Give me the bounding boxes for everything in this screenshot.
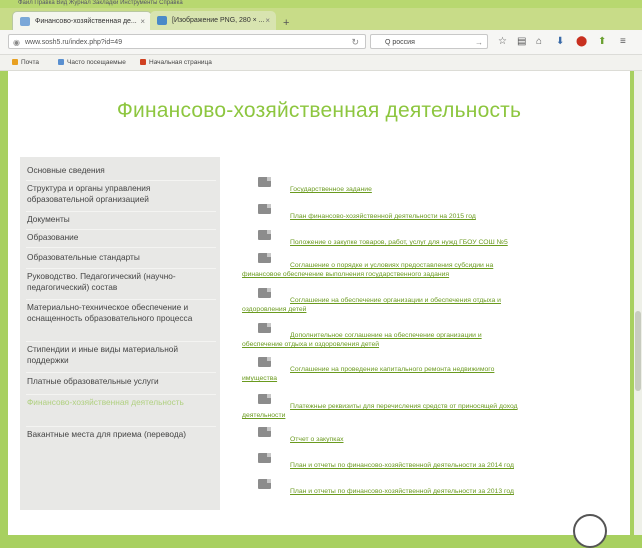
bookmarks-icon[interactable]: ▤ — [517, 35, 526, 49]
tab-label: [Изображение PNG, 280 × ... — [172, 17, 265, 24]
divider — [26, 341, 216, 342]
tab-label: Финансово-хозяйственная де... — [35, 18, 137, 25]
divider — [26, 247, 216, 248]
navigation-bar: ◉ www.sosh5.ru/index.php?id=49 ↻ Q росси… — [0, 30, 642, 55]
shield-icon[interactable]: ⬆ — [598, 35, 606, 49]
document-icon — [258, 479, 271, 489]
star-icon[interactable]: ☆ — [498, 35, 507, 49]
page-title: Финансово-хозяйственная деятельность — [116, 99, 522, 122]
document-link[interactable]: Государственное задание — [242, 177, 614, 194]
document-icon — [258, 427, 271, 437]
document-icon — [258, 204, 271, 214]
sidebar-item-education[interactable]: Образование — [27, 232, 215, 243]
tab-bar: Финансово-хозяйственная де... × [Изображ… — [0, 8, 642, 30]
close-icon[interactable]: × — [265, 11, 270, 30]
menu-bar: Файл Правка Вид Журнал Закладки Инструме… — [0, 0, 642, 8]
document-link[interactable]: Положение о закупке товаров, работ, услу… — [242, 230, 614, 247]
sidebar-nav: Основные сведения Структура и органы упр… — [20, 157, 220, 510]
search-query: Q россия — [385, 39, 415, 46]
bookmark-start-page[interactable]: Начальная страница — [140, 55, 212, 70]
scrollbar-thumb[interactable] — [635, 311, 641, 391]
new-tab-button[interactable]: + — [283, 17, 289, 29]
scroll-to-top-button[interactable] — [573, 514, 607, 548]
address-bar[interactable]: ◉ www.sosh5.ru/index.php?id=49 ↻ — [8, 34, 366, 49]
divider — [26, 394, 216, 395]
bookmark-mail[interactable]: Почта — [12, 55, 39, 70]
sidebar-item-standards[interactable]: Образовательные стандарты — [27, 252, 215, 263]
close-icon[interactable]: × — [140, 12, 145, 31]
image-favicon-icon — [157, 16, 167, 25]
document-link[interactable]: Соглашение на обеспечение организации и … — [242, 288, 614, 314]
download-icon[interactable]: ⬇ — [556, 35, 564, 49]
document-icon — [258, 394, 271, 404]
addon-icon[interactable]: ⬤ — [576, 35, 587, 49]
scrollbar[interactable] — [634, 71, 642, 535]
home-icon[interactable]: ⌂ — [536, 35, 542, 49]
document-link[interactable]: Дополнительное соглашение на обеспечение… — [242, 323, 614, 349]
document-link[interactable]: Соглашение о порядке и условиях предоста… — [242, 253, 614, 279]
divider — [26, 372, 216, 373]
document-link[interactable]: Соглашение на проведение капитального ре… — [242, 357, 614, 383]
document-icon — [258, 323, 271, 333]
sidebar-item-documents[interactable]: Документы — [27, 214, 215, 225]
address-url: www.sosh5.ru/index.php?id=49 — [25, 39, 123, 46]
sidebar-item-scholarships[interactable]: Стипендии и иные виды материальной подде… — [27, 344, 215, 366]
site-favicon-icon — [20, 17, 30, 26]
sidebar-item-vacancies[interactable]: Вакантные места для приема (перевода) — [27, 429, 215, 440]
tab-financial[interactable]: Финансово-хозяйственная де... × — [12, 11, 152, 30]
sidebar-item-basic-info[interactable]: Основные сведения — [27, 165, 215, 176]
menu-icon[interactable]: ≡ — [620, 35, 626, 49]
mail-icon — [12, 59, 18, 65]
divider — [26, 268, 216, 269]
bookmark-frequent[interactable]: Часто посещаемые — [58, 55, 126, 70]
reload-icon[interactable]: ↻ — [351, 35, 359, 50]
document-icon — [258, 288, 271, 298]
document-link[interactable]: План финансово-хозяйственной деятельност… — [242, 204, 614, 221]
frequent-icon — [58, 59, 64, 65]
document-link[interactable]: Платежные реквизиты для перечисления сре… — [242, 394, 614, 420]
sidebar-item-structure[interactable]: Структура и органы управления образовате… — [27, 183, 215, 205]
divider — [26, 229, 216, 230]
bookmarks-bar: Почта Часто посещаемые Начальная страниц… — [0, 55, 642, 71]
page-content: Финансово-хозяйственная деятельность Осн… — [8, 71, 630, 548]
sidebar-item-paid-services[interactable]: Платные образовательные услуги — [27, 376, 215, 387]
globe-icon: ◉ — [13, 38, 20, 47]
document-icon — [258, 453, 271, 463]
document-icon — [258, 230, 271, 240]
sidebar-item-facilities[interactable]: Материально-техническое обеспечение и ос… — [27, 302, 215, 324]
divider — [26, 426, 216, 427]
divider — [26, 299, 216, 300]
search-input[interactable]: Q россия → — [370, 34, 488, 49]
sidebar-item-financial[interactable]: Финансово-хозяйственная деятельность — [27, 397, 215, 408]
sidebar-item-staff[interactable]: Руководство. Педагогический (научно-педа… — [27, 271, 215, 293]
tab-image[interactable]: [Изображение PNG, 280 × ... × — [150, 11, 276, 30]
divider — [26, 180, 216, 181]
search-go-icon[interactable]: → — [475, 35, 483, 50]
divider — [26, 211, 216, 212]
document-link[interactable]: План и отчеты по финансово-хозяйственной… — [242, 453, 614, 470]
document-link[interactable]: Отчет о закупках — [242, 427, 614, 444]
start-page-icon — [140, 59, 146, 65]
browser-window: Файл Правка Вид Журнал Закладки Инструме… — [0, 0, 642, 548]
document-icon — [258, 253, 271, 263]
document-icon — [258, 357, 271, 367]
document-link[interactable]: План и отчеты по финансово-хозяйственной… — [242, 479, 614, 496]
document-icon — [258, 177, 271, 187]
menu-bar-text[interactable]: Файл Правка Вид Журнал Закладки Инструме… — [18, 0, 183, 6]
